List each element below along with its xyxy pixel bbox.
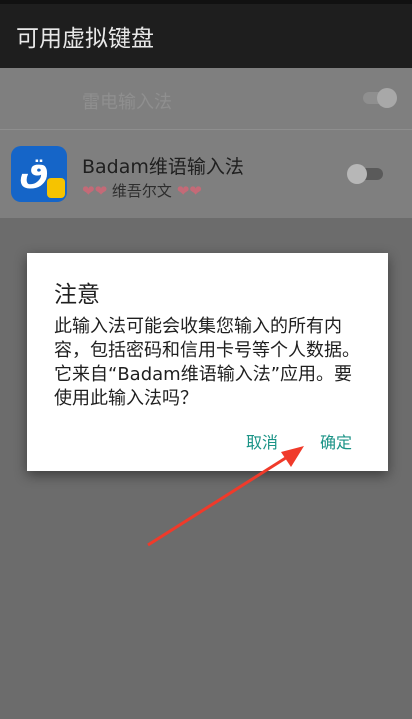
list-item-leidian-ime[interactable]: 雷电输入法 [0,68,412,129]
list-item-badam-ime[interactable]: ق Badam维语输入法 ❤❤ 维吾尔文 ❤❤ [0,130,412,218]
ok-button[interactable]: 确定 [320,429,352,453]
cancel-button[interactable]: 取消 [246,429,278,453]
badam-ime-toggle[interactable] [347,164,387,184]
app-bar: 可用虚拟键盘 [0,4,412,68]
badam-keyboard-icon: ق [11,146,67,202]
heart-icon: ❤❤ [176,182,202,200]
keyboard-list: 雷电输入法 ق Badam维语输入法 ❤❤ 维吾尔文 ❤❤ [0,68,412,218]
attention-dialog: 注意 此输入法可能会收集您输入的所有内容，包括密码和信用卡号等个人数据。它来自“… [27,253,388,471]
list-item-label: 雷电输入法 [82,92,172,113]
list-item-subtitle: ❤❤ 维吾尔文 ❤❤ [82,182,202,200]
leidian-ime-toggle[interactable] [357,88,397,108]
dialog-message: 此输入法可能会收集您输入的所有内容，包括密码和信用卡号等个人数据。它来自“Bad… [54,316,360,409]
page-title: 可用虚拟键盘 [16,26,154,52]
heart-icon: ❤❤ [82,182,108,200]
list-item-label: Badam维语输入法 [82,156,244,178]
dialog-title: 注意 [54,282,100,308]
